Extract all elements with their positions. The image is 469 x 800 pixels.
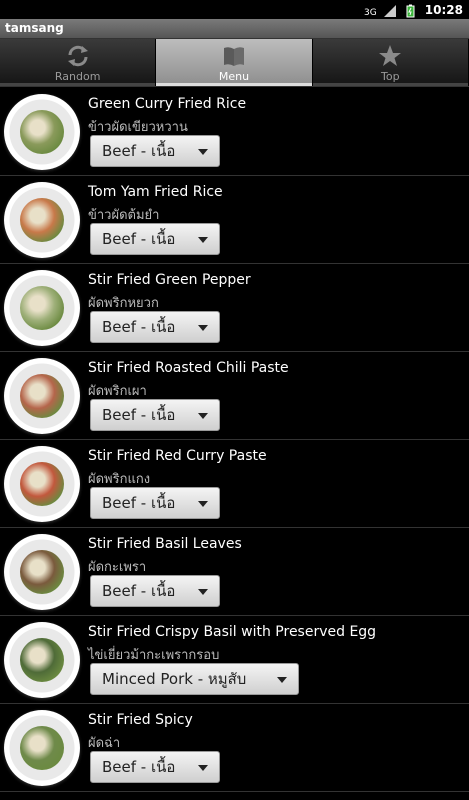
tab-indicator bbox=[312, 83, 468, 86]
dish-thai-name: ผัดพริกเผา bbox=[88, 384, 147, 399]
meat-select[interactable]: Beef - เนื้อ bbox=[90, 311, 220, 343]
dish-image bbox=[4, 358, 80, 434]
dish-food bbox=[20, 286, 64, 330]
dish-food bbox=[20, 726, 64, 770]
dish-thai-name: ไข่เยี่ยวม้ากะเพรากรอบ bbox=[88, 648, 220, 663]
dish-image bbox=[4, 446, 80, 522]
dish-name: Stir Fried Red Curry Paste bbox=[88, 448, 267, 464]
chevron-down-icon bbox=[198, 237, 208, 243]
data-3g-icon: 3G bbox=[363, 3, 377, 18]
dish-name: Green Curry Fried Rice bbox=[88, 96, 247, 112]
battery-icon bbox=[403, 3, 417, 17]
menu-item[interactable]: Stir Fried Basil Leaves ผัดกะเพรา Beef -… bbox=[0, 528, 469, 616]
meat-select-value: Minced Pork - หมูสับ bbox=[102, 670, 247, 688]
dish-image bbox=[4, 534, 80, 610]
dish-thai-name: ข้าวผัดเขียวหวาน bbox=[88, 120, 188, 135]
signal-icon bbox=[383, 3, 397, 17]
meat-select[interactable]: Beef - เนื้อ bbox=[90, 487, 220, 519]
tab-bar: Random Menu Top bbox=[0, 39, 469, 87]
menu-item[interactable]: Green Curry Fried Rice ข้าวผัดเขียวหวาน … bbox=[0, 88, 469, 176]
tab-random-label: Random bbox=[54, 70, 101, 83]
chevron-down-icon bbox=[277, 677, 287, 683]
chevron-down-icon bbox=[198, 589, 208, 595]
menu-item[interactable]: Stir Fried Roasted Chili Paste ผัดพริกเผ… bbox=[0, 352, 469, 440]
meat-select[interactable]: Beef - เนื้อ bbox=[90, 751, 220, 783]
dish-food bbox=[20, 550, 64, 594]
dish-name: Stir Fried Basil Leaves bbox=[88, 536, 242, 552]
dish-food bbox=[20, 110, 64, 154]
tab-top[interactable]: Top bbox=[312, 39, 469, 86]
dish-image bbox=[4, 94, 80, 170]
menu-list: Green Curry Fried Rice ข้าวผัดเขียวหวาน … bbox=[0, 88, 469, 792]
meat-select-value: Beef - เนื้อ bbox=[102, 142, 176, 160]
meat-select[interactable]: Beef - เนื้อ bbox=[90, 399, 220, 431]
chevron-down-icon bbox=[198, 149, 208, 155]
dish-image bbox=[4, 710, 80, 786]
dish-name: Stir Fried Roasted Chili Paste bbox=[88, 360, 289, 376]
meat-select-value: Beef - เนื้อ bbox=[102, 318, 176, 336]
meat-select[interactable]: Beef - เนื้อ bbox=[90, 223, 220, 255]
dish-image bbox=[4, 622, 80, 698]
menu-item[interactable]: Stir Fried Green Pepper ผัดพริกหยวก Beef… bbox=[0, 264, 469, 352]
status-bar: 3G 10:28 bbox=[0, 0, 469, 19]
dish-name: Stir Fried Spicy bbox=[88, 712, 193, 728]
meat-select[interactable]: Minced Pork - หมูสับ bbox=[90, 663, 299, 695]
dish-food bbox=[20, 198, 64, 242]
tab-top-label: Top bbox=[381, 70, 400, 83]
chevron-down-icon bbox=[198, 413, 208, 419]
meat-select-value: Beef - เนื้อ bbox=[102, 582, 176, 600]
refresh-icon bbox=[67, 45, 88, 67]
tab-indicator bbox=[156, 83, 312, 86]
dish-name: Tom Yam Fried Rice bbox=[88, 184, 223, 200]
dish-thai-name: ข้าวผัดต้มยำ bbox=[88, 208, 160, 223]
menu-item[interactable]: Stir Fried Spicy ผัดฉ่า Beef - เนื้อ bbox=[0, 704, 469, 792]
meat-select[interactable]: Beef - เนื้อ bbox=[90, 575, 220, 607]
menu-item[interactable]: Stir Fried Crispy Basil with Preserved E… bbox=[0, 616, 469, 704]
dish-thai-name: ผัดพริกหยวก bbox=[88, 296, 159, 311]
dish-thai-name: ผัดฉ่า bbox=[88, 736, 121, 751]
dish-image bbox=[4, 270, 80, 346]
dish-image bbox=[4, 182, 80, 258]
dish-food bbox=[20, 374, 64, 418]
tab-menu-label: Menu bbox=[218, 70, 250, 83]
meat-select[interactable]: Beef - เนื้อ bbox=[90, 135, 220, 167]
dish-name: Stir Fried Green Pepper bbox=[88, 272, 251, 288]
dish-thai-name: ผัดพริกแกง bbox=[88, 472, 151, 487]
menu-item[interactable]: Stir Fried Red Curry Paste ผัดพริกแกง Be… bbox=[0, 440, 469, 528]
meat-select-value: Beef - เนื้อ bbox=[102, 230, 176, 248]
menu-item[interactable]: Tom Yam Fried Rice ข้าวผัดต้มยำ Beef - เ… bbox=[0, 176, 469, 264]
tab-random[interactable]: Random bbox=[0, 39, 157, 86]
chevron-down-icon bbox=[198, 765, 208, 771]
star-icon bbox=[379, 45, 402, 66]
app-title-bar: tamsang bbox=[0, 19, 469, 39]
dish-name: Stir Fried Crispy Basil with Preserved E… bbox=[88, 624, 377, 640]
chevron-down-icon bbox=[198, 325, 208, 331]
chevron-down-icon bbox=[198, 501, 208, 507]
tab-menu[interactable]: Menu bbox=[156, 39, 313, 86]
meat-select-value: Beef - เนื้อ bbox=[102, 406, 176, 424]
dish-thai-name: ผัดกะเพรา bbox=[88, 560, 147, 575]
svg-text:3G: 3G bbox=[364, 8, 377, 18]
dish-food bbox=[20, 462, 64, 506]
status-time: 10:28 bbox=[424, 2, 463, 17]
meat-select-value: Beef - เนื้อ bbox=[102, 758, 176, 776]
tab-indicator bbox=[0, 83, 156, 86]
book-icon bbox=[223, 47, 244, 66]
app-title: tamsang bbox=[5, 21, 64, 35]
meat-select-value: Beef - เนื้อ bbox=[102, 494, 176, 512]
dish-food bbox=[20, 638, 64, 682]
